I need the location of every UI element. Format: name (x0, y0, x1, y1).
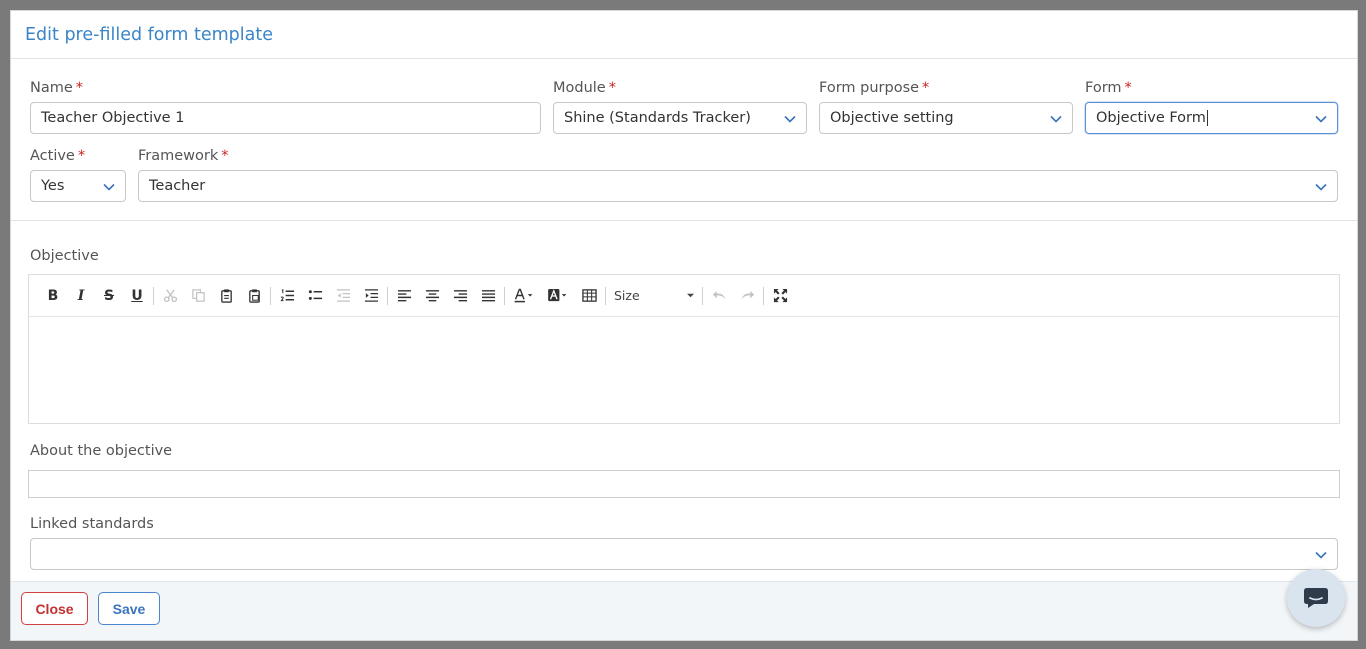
background-color-icon[interactable] (541, 282, 575, 310)
toolbar-separator (702, 286, 703, 305)
required-marker: * (922, 80, 930, 96)
linked-standards-label: Linked standards (30, 516, 154, 532)
name-input-value: Teacher Objective 1 (41, 110, 185, 126)
modal-title: Edit pre-filled form template (25, 24, 273, 45)
numbered-list-icon[interactable] (273, 282, 301, 310)
framework-label: Framework * (138, 148, 229, 164)
modal-footer: Close Save (11, 581, 1357, 640)
module-label-text: Module (553, 80, 606, 96)
underline-icon[interactable]: U (123, 282, 151, 310)
copy-icon[interactable] (184, 282, 212, 310)
justify-icon[interactable] (474, 282, 502, 310)
font-size-label: Size (614, 288, 640, 303)
about-objective-input[interactable] (28, 470, 1340, 498)
name-label: Name * (30, 80, 83, 96)
active-select[interactable]: Yes (30, 170, 126, 202)
objective-rich-text-editor: B I S U Size (28, 274, 1340, 424)
framework-select[interactable]: Teacher (138, 170, 1338, 202)
objective-editor-content[interactable] (29, 317, 1339, 423)
required-marker: * (608, 80, 616, 96)
required-marker: * (75, 80, 84, 96)
cut-icon[interactable] (156, 282, 184, 310)
text-caret (1206, 110, 1208, 126)
form-purpose-select-value: Objective setting (830, 110, 954, 126)
modal-header: Edit pre-filled form template (11, 11, 1357, 59)
undo-icon[interactable] (705, 282, 733, 310)
required-marker: * (77, 148, 86, 164)
chevron-down-icon (103, 183, 115, 191)
module-select[interactable]: Shine (Standards Tracker) (553, 102, 807, 134)
chevron-down-icon (784, 115, 796, 123)
edit-template-modal: Edit pre-filled form template Name * Teac… (10, 10, 1358, 641)
align-center-icon[interactable] (418, 282, 446, 310)
caret-down-icon (687, 293, 694, 298)
toolbar-separator (270, 286, 271, 305)
align-left-icon[interactable] (390, 282, 418, 310)
objective-section: Objective B I S U Size About the objecti… (11, 221, 1357, 575)
active-label-text: Active (30, 148, 75, 164)
paste-icon[interactable] (212, 282, 240, 310)
italic-icon[interactable]: I (67, 282, 95, 310)
name-input[interactable]: Teacher Objective 1 (30, 102, 541, 134)
bold-icon[interactable]: B (39, 282, 67, 310)
chat-icon (1304, 588, 1328, 608)
required-marker: * (221, 148, 229, 164)
framework-select-value: Teacher (149, 178, 206, 194)
chat-widget-button[interactable] (1287, 569, 1345, 627)
redo-icon[interactable] (733, 282, 761, 310)
strikethrough-icon[interactable]: S (95, 282, 123, 310)
save-button[interactable]: Save (98, 592, 160, 625)
active-select-value: Yes (41, 178, 65, 194)
text-color-icon[interactable] (507, 282, 541, 310)
module-label: Module * (553, 80, 616, 96)
form-select[interactable]: Objective Form (1085, 102, 1338, 134)
active-label: Active * (30, 148, 85, 164)
close-button[interactable]: Close (21, 592, 88, 625)
form-label-text: Form (1085, 80, 1122, 96)
chevron-down-icon (1315, 551, 1327, 559)
module-select-value: Shine (Standards Tracker) (564, 110, 751, 126)
bulleted-list-icon[interactable] (301, 282, 329, 310)
toolbar-separator (605, 286, 606, 305)
font-size-dropdown[interactable]: Size (608, 282, 700, 310)
form-select-value: Objective Form (1096, 110, 1206, 126)
table-icon[interactable] (575, 282, 603, 310)
toolbar-separator (387, 286, 388, 305)
indent-icon[interactable] (357, 282, 385, 310)
objective-label: Objective (30, 248, 99, 264)
required-marker: * (1124, 80, 1132, 96)
form-purpose-label-text: Form purpose (819, 80, 920, 96)
chevron-down-icon (1315, 183, 1327, 191)
toolbar-separator (153, 286, 154, 305)
toolbar-separator (504, 286, 505, 305)
chevron-down-icon (1050, 115, 1062, 123)
maximize-icon[interactable] (766, 282, 794, 310)
linked-standards-select[interactable] (30, 538, 1338, 570)
align-right-icon[interactable] (446, 282, 474, 310)
about-objective-label: About the objective (30, 443, 173, 459)
toolbar-separator (763, 286, 764, 305)
form-purpose-label: Form purpose * (819, 80, 929, 96)
editor-toolbar: B I S U Size (29, 275, 1339, 317)
paste-from-word-icon[interactable] (240, 282, 268, 310)
form-purpose-select[interactable]: Objective setting (819, 102, 1073, 134)
name-label-text: Name (30, 80, 73, 96)
template-details-section: Name * Teacher Objective 1 Module * Shine … (11, 59, 1357, 221)
framework-label-text: Framework (138, 148, 219, 164)
chevron-down-icon (1315, 115, 1327, 123)
outdent-icon[interactable] (329, 282, 357, 310)
form-label: Form * (1085, 80, 1132, 96)
